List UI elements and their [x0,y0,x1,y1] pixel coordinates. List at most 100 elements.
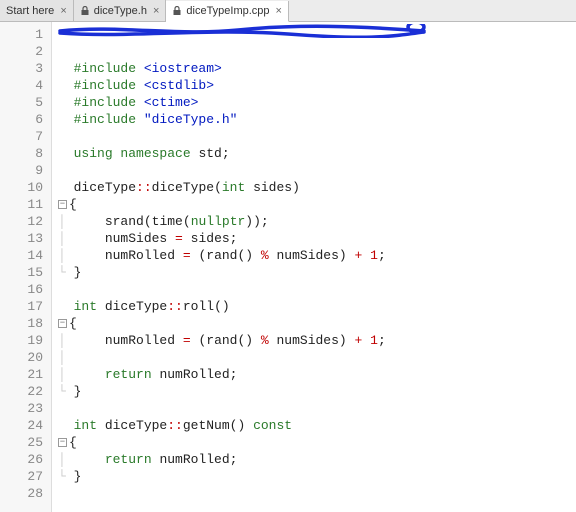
line-number: 22 [0,383,43,400]
code-line: −{ [58,315,576,332]
line-number: 15 [0,264,43,281]
fold-guide: │ [58,247,74,264]
line-number: 13 [0,230,43,247]
code-line [58,485,576,502]
fold-guide: │ [58,451,74,468]
code-line [58,43,576,60]
tab-dicetype-h[interactable]: diceType.h × [74,0,167,21]
fold-icon[interactable]: − [58,438,67,447]
line-number: 20 [0,349,43,366]
line-number: 14 [0,247,43,264]
line-number: 25 [0,434,43,451]
code-line: │ return numRolled; [58,366,576,383]
close-icon[interactable]: × [153,5,159,17]
code-text: int diceType::getNum() const [74,417,292,434]
tab-bar: Start here × diceType.h × diceTypeImp.cpp × [0,0,576,22]
code-line: └ } [58,468,576,485]
code-text: } [74,468,82,485]
line-number: 26 [0,451,43,468]
code-line: │ numRolled = (rand() % numSides) + 1; [58,332,576,349]
code-text: { [69,315,77,332]
fold-guide-end: └ [58,468,74,485]
line-number: 7 [0,128,43,145]
line-number: 9 [0,162,43,179]
tab-label: Start here [6,5,54,17]
code-area[interactable]: #include <iostream> #include <cstdlib> #… [52,22,576,512]
line-number: 1 [0,26,43,43]
line-gutter: 1234567891011121314151617181920212223242… [0,22,52,512]
fold-guide: │ [58,332,74,349]
code-line: int diceType::getNum() const [58,417,576,434]
code-line [58,281,576,298]
tab-label: diceTypeImp.cpp [186,5,269,17]
code-text: { [69,196,77,213]
code-line [58,400,576,417]
code-text: srand(time(nullptr)); [74,213,269,230]
line-number: 28 [0,485,43,502]
line-number: 27 [0,468,43,485]
fold-guide: │ [58,230,74,247]
code-line: └ } [58,264,576,281]
code-line: └ } [58,383,576,400]
line-number: 6 [0,111,43,128]
fold-guide: │ [58,349,74,366]
code-text: using namespace std; [74,145,230,162]
line-number: 3 [0,60,43,77]
code-line: │ [58,349,576,366]
code-line: diceType::diceType(int sides) [58,179,576,196]
code-text: numRolled = (rand() % numSides) + 1; [74,247,386,264]
fold-guide-end: └ [58,383,74,400]
code-line [58,128,576,145]
code-line: │ return numRolled; [58,451,576,468]
code-line: #include <ctime> [58,94,576,111]
fold-guide: │ [58,213,74,230]
code-text: diceType::diceType(int sides) [74,179,300,196]
line-number: 23 [0,400,43,417]
line-number: 21 [0,366,43,383]
code-line: using namespace std; [58,145,576,162]
code-text: numSides = sides; [74,230,238,247]
tab-dicetypeimp-cpp[interactable]: diceTypeImp.cpp × [166,1,289,22]
line-number: 5 [0,94,43,111]
lock-icon [80,6,90,16]
line-number: 8 [0,145,43,162]
line-number: 2 [0,43,43,60]
fold-guide-end: └ [58,264,74,281]
code-text: return numRolled; [74,366,238,383]
code-line: #include <cstdlib> [58,77,576,94]
line-number: 19 [0,332,43,349]
code-line: −{ [58,196,576,213]
line-number: 17 [0,298,43,315]
tab-label: diceType.h [94,5,147,17]
close-icon[interactable]: × [276,5,282,17]
code-text: #include <cstdlib> [74,77,214,94]
editor: 1234567891011121314151617181920212223242… [0,22,576,512]
lock-icon [172,6,182,16]
code-line: #include <iostream> [58,60,576,77]
code-text: } [74,383,82,400]
code-line: │ numRolled = (rand() % numSides) + 1; [58,247,576,264]
line-number: 12 [0,213,43,230]
code-line: │ srand(time(nullptr)); [58,213,576,230]
line-number: 10 [0,179,43,196]
close-icon[interactable]: × [60,5,66,17]
code-text: } [74,264,82,281]
code-text: #include <ctime> [74,94,199,111]
code-line [58,162,576,179]
code-line: #include "diceType.h" [58,111,576,128]
code-line: int diceType::roll() [58,298,576,315]
code-text: #include "diceType.h" [74,111,238,128]
fold-guide: │ [58,366,74,383]
fold-icon[interactable]: − [58,200,67,209]
code-text: numRolled = (rand() % numSides) + 1; [74,332,386,349]
code-text: int diceType::roll() [74,298,230,315]
redaction-mark [58,24,428,38]
line-number: 4 [0,77,43,94]
fold-icon[interactable]: − [58,319,67,328]
line-number: 24 [0,417,43,434]
line-number: 11 [0,196,43,213]
code-text: #include <iostream> [74,60,222,77]
code-text: { [69,434,77,451]
code-line: −{ [58,434,576,451]
tab-start-here[interactable]: Start here × [0,0,74,21]
